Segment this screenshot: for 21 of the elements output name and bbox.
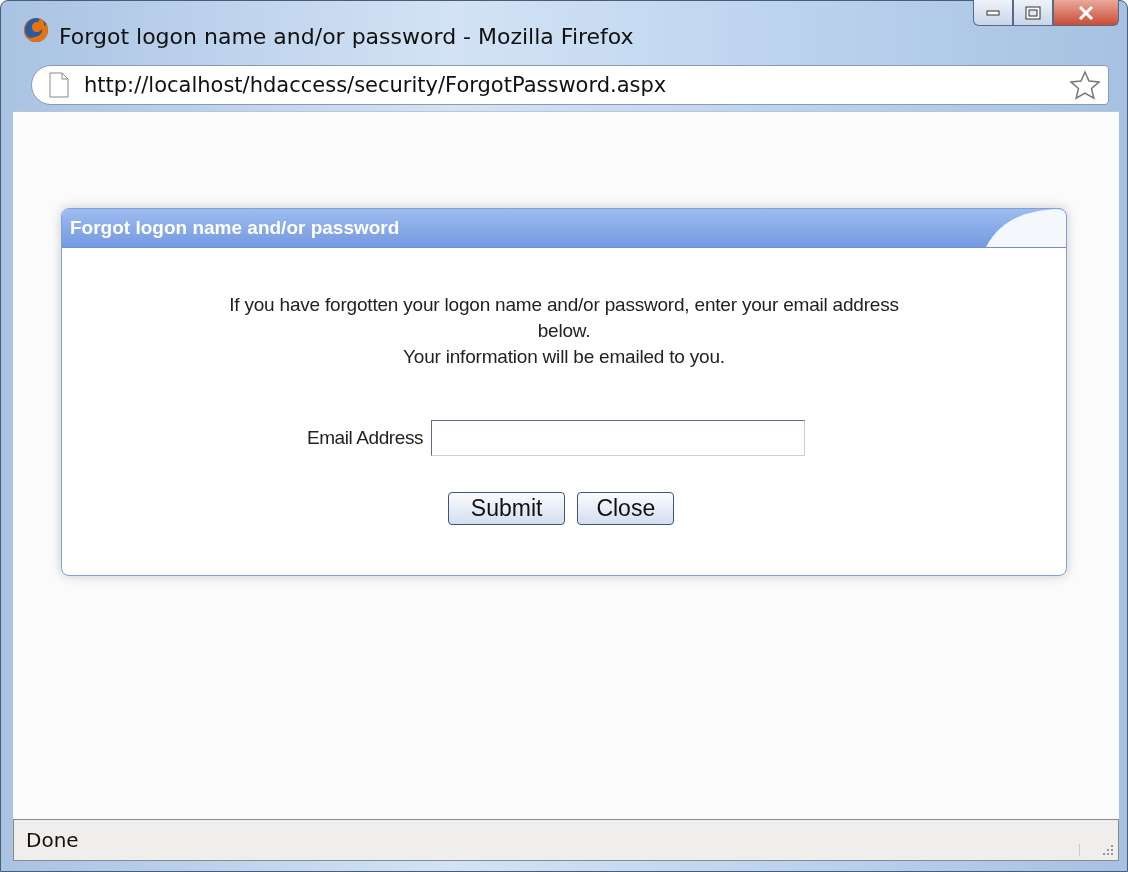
window-title: Forgot logon name and/or password - Mozilla Firefox	[59, 23, 635, 49]
url-text: http://localhost/hdaccess/security/ForgotPassword.aspx	[84, 73, 668, 97]
close-dialog-button[interactable]: Close	[577, 492, 675, 525]
bookmark-star-icon[interactable]	[1070, 70, 1100, 100]
minimize-button[interactable]	[973, 0, 1013, 26]
email-field[interactable]	[431, 420, 806, 456]
browser-logo-icon	[23, 17, 49, 43]
instruction-text: Your information will be emailed to you.	[402, 345, 726, 369]
address-bar[interactable]: http://localhost/hdaccess/security/ForgotPassword.aspx	[31, 65, 1109, 105]
submit-button[interactable]: Submit	[447, 492, 566, 525]
close-icon	[1078, 5, 1094, 20]
maximize-button[interactable]	[1013, 0, 1053, 26]
maximize-icon	[1025, 5, 1041, 20]
close-button[interactable]	[1053, 0, 1119, 26]
email-label: Email Address	[306, 427, 424, 449]
status-text: Done	[26, 828, 79, 852]
resize-grip-icon[interactable]	[1079, 844, 1114, 856]
page-icon	[48, 72, 70, 98]
dialog-title: Forgot logon name and/or password	[69, 217, 400, 239]
minimize-icon	[986, 9, 1000, 16]
instruction-text: If you have forgotten your logon name and/or password, enter your email address below.	[228, 293, 900, 343]
